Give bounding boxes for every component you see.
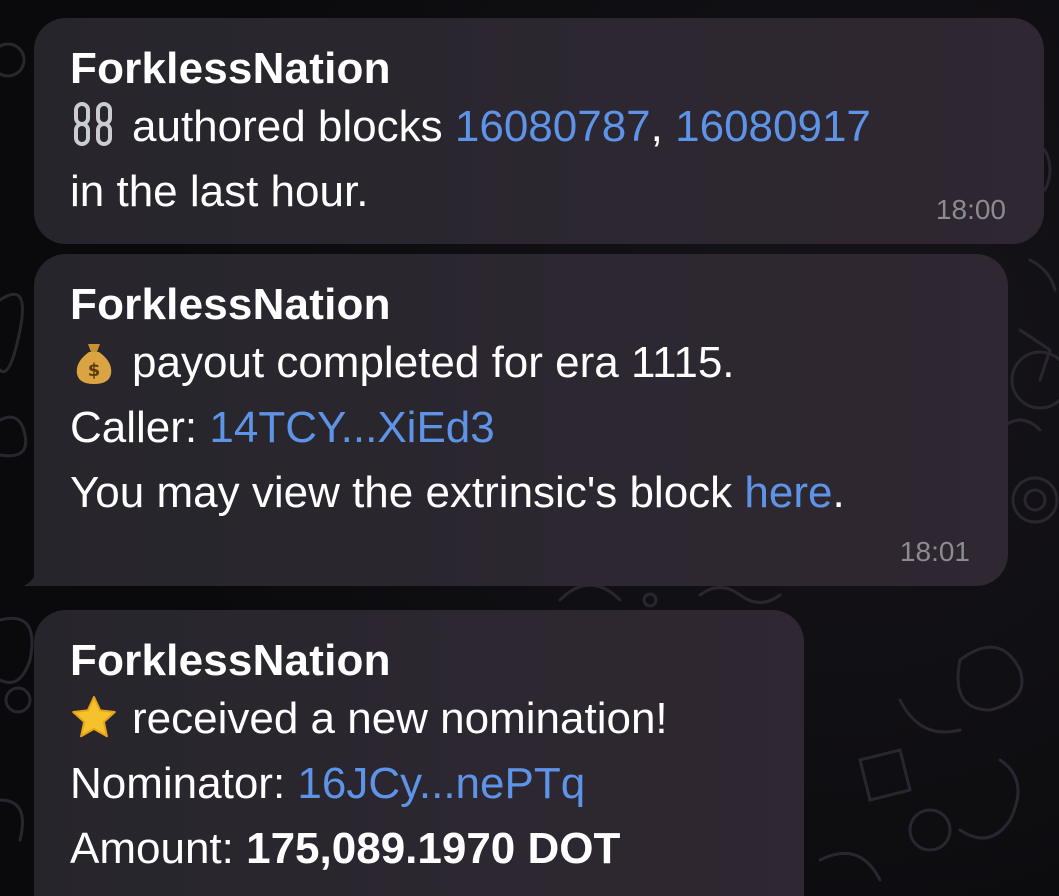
money-bag-icon: $ — [76, 344, 112, 384]
message-line-caller: Caller: 14TCY...XiEd3 — [70, 395, 972, 460]
here-link[interactable]: here — [744, 468, 832, 517]
message-line-payout: $ payout completed for era 1115. — [70, 330, 972, 395]
period: . — [832, 468, 845, 517]
caller-address-link[interactable]: 14TCY...XiEd3 — [209, 403, 494, 452]
sender-name[interactable]: ForklessNation — [70, 44, 1008, 94]
message-bubble-authored-blocks: ForklessNation authored blocks 16080787,… — [34, 18, 1044, 244]
star-icon — [72, 696, 116, 738]
nomination-text: received a new nomination! — [132, 694, 668, 743]
nominator-label: Nominator: — [70, 759, 286, 808]
message-line-blocks: authored blocks 16080787, 16080917 — [70, 94, 1008, 159]
view-block-text: You may view the extrinsic's block — [70, 468, 733, 517]
svg-text:$: $ — [88, 360, 101, 381]
sender-name[interactable]: ForklessNation — [70, 636, 768, 686]
amount-label: Amount: — [70, 824, 234, 873]
bubble-tail — [24, 560, 60, 586]
message-bubble-payout: ForklessNation $ payout completed for er… — [34, 254, 1008, 586]
message-line-amount: Amount: 175,089.1970 DOT — [70, 816, 768, 881]
separator: , — [650, 102, 663, 151]
block-link-2[interactable]: 16080917 — [675, 102, 871, 151]
block-link-1[interactable]: 16080787 — [455, 102, 651, 151]
chain-icon — [74, 102, 112, 146]
amount-value: 175,089.1970 DOT — [246, 824, 621, 873]
message-line-nomination: received a new nomination! — [70, 686, 768, 751]
message-line-nominator: Nominator: 16JCy...nePTq — [70, 751, 768, 816]
message-time: 18:01 — [899, 536, 970, 567]
nominator-address-link[interactable]: 16JCy...nePTq — [297, 759, 585, 808]
message-line-view-block: You may view the extrinsic's block here. — [70, 460, 972, 525]
caller-label: Caller: — [70, 403, 198, 452]
message-bubble-nomination: ForklessNation received a new nomination… — [34, 610, 804, 896]
last-hour-text: in the last hour. — [70, 167, 369, 216]
chat-view: ForklessNation authored blocks 16080787,… — [0, 0, 1059, 896]
authored-text: authored blocks — [132, 102, 443, 151]
sender-name[interactable]: ForklessNation — [70, 280, 972, 330]
payout-text: payout completed for era 1115. — [132, 338, 735, 387]
message-time: 18:00 — [935, 194, 1006, 225]
